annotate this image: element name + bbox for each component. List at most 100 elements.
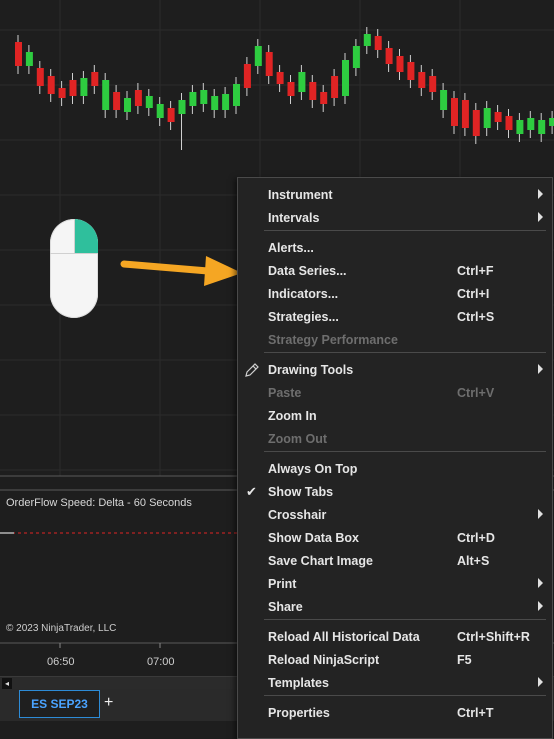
pencil-icon bbox=[245, 363, 259, 377]
candlestick-series bbox=[15, 27, 554, 150]
candle-down bbox=[494, 112, 502, 122]
menu-item-label: Print bbox=[268, 577, 297, 591]
candle-down bbox=[396, 56, 404, 72]
menu-item-crosshair[interactable]: Crosshair bbox=[238, 504, 552, 526]
menu-item-label: Properties bbox=[268, 706, 330, 720]
candle-down bbox=[243, 64, 251, 88]
menu-item-save-chart-image[interactable]: Save Chart Image Alt+S bbox=[238, 550, 552, 572]
submenu-arrow-icon bbox=[538, 578, 543, 588]
time-label: 07:00 bbox=[147, 656, 175, 668]
candle-up bbox=[178, 100, 186, 114]
candle-up bbox=[25, 52, 33, 66]
menu-item-label: Share bbox=[268, 600, 303, 614]
candle-down bbox=[331, 76, 339, 98]
candle-down bbox=[418, 72, 426, 88]
menu-item-label: Save Chart Image bbox=[268, 554, 373, 568]
add-tab-button[interactable]: + bbox=[104, 692, 113, 714]
menu-item-label: Crosshair bbox=[268, 508, 327, 522]
menu-item-shortcut: F5 bbox=[457, 653, 472, 667]
candle-up bbox=[222, 94, 230, 110]
right-mouse-button bbox=[74, 219, 98, 253]
submenu-arrow-icon bbox=[538, 189, 543, 199]
menu-separator bbox=[264, 451, 546, 452]
menu-item-drawing-tools[interactable]: Drawing Tools bbox=[238, 359, 552, 381]
menu-item-alerts[interactable]: Alerts... bbox=[238, 237, 552, 259]
menu-item-share[interactable]: Share bbox=[238, 596, 552, 618]
menu-item-reload-all-historical-data[interactable]: Reload All Historical Data Ctrl+Shift+R bbox=[238, 626, 552, 648]
menu-item-label: Alerts... bbox=[268, 241, 314, 255]
indicator-panel-title: OrderFlow Speed: Delta - 60 Seconds bbox=[6, 497, 192, 509]
candle-down bbox=[472, 110, 480, 136]
menu-item-label: Paste bbox=[268, 386, 302, 400]
candle-up bbox=[233, 84, 240, 106]
candle-up bbox=[124, 98, 131, 112]
candle-up bbox=[80, 78, 88, 96]
menu-item-label: Zoom In bbox=[268, 409, 317, 423]
menu-item-shortcut: Ctrl+Shift+R bbox=[457, 630, 530, 644]
candle-down bbox=[461, 100, 469, 128]
context-menu: Instrument Intervals Alerts... Data Series.… bbox=[237, 177, 553, 739]
candle-down bbox=[47, 76, 55, 94]
candle-up bbox=[298, 72, 306, 92]
menu-separator bbox=[264, 230, 546, 231]
candle-up bbox=[527, 118, 535, 130]
candle-down bbox=[451, 98, 458, 126]
submenu-arrow-icon bbox=[538, 509, 543, 519]
menu-item-shortcut: Ctrl+V bbox=[457, 386, 495, 400]
menu-item-strategy-performance: Strategy Performance bbox=[238, 329, 552, 351]
menu-item-always-on-top[interactable]: Always On Top bbox=[238, 458, 552, 480]
candle-up bbox=[254, 46, 262, 66]
candle-down bbox=[15, 42, 22, 66]
menu-item-label: Always On Top bbox=[268, 462, 358, 476]
candle-down bbox=[276, 72, 284, 84]
menu-item-label: Show Data Box bbox=[268, 531, 359, 545]
menu-item-label: Indicators... bbox=[268, 287, 339, 301]
checkmark-icon: ✔ bbox=[246, 484, 257, 499]
tab-es-sep23[interactable]: ES SEP23 bbox=[19, 690, 100, 718]
candle-down bbox=[58, 88, 66, 98]
menu-item-strategies[interactable]: Strategies... Ctrl+S bbox=[238, 306, 552, 328]
candle-up bbox=[156, 104, 164, 118]
menu-item-intervals[interactable]: Intervals bbox=[238, 207, 552, 229]
menu-item-shortcut: Ctrl+S bbox=[457, 310, 495, 324]
candle-up bbox=[516, 120, 524, 134]
candle-up bbox=[549, 118, 554, 126]
menu-item-label: Data Series... bbox=[268, 264, 347, 278]
menu-item-label: Reload NinjaScript bbox=[268, 653, 380, 667]
menu-item-label: Instrument bbox=[268, 188, 333, 202]
candle-down bbox=[167, 108, 175, 122]
menu-item-zoom-in[interactable]: Zoom In bbox=[238, 405, 552, 427]
menu-item-instrument[interactable]: Instrument bbox=[238, 184, 552, 206]
menu-item-show-data-box[interactable]: Show Data Box Ctrl+D bbox=[238, 527, 552, 549]
menu-item-label: Show Tabs bbox=[268, 485, 334, 499]
menu-item-templates[interactable]: Templates bbox=[238, 672, 552, 694]
scroll-left-arrow-icon[interactable]: ◂ bbox=[2, 678, 12, 689]
menu-item-shortcut: Ctrl+T bbox=[457, 706, 494, 720]
menu-item-label: Strategies... bbox=[268, 310, 339, 324]
menu-item-shortcut: Ctrl+D bbox=[457, 531, 495, 545]
candle-up bbox=[102, 80, 110, 110]
candle-up bbox=[145, 96, 153, 108]
candle-up bbox=[352, 46, 360, 68]
candle-up bbox=[538, 120, 546, 134]
menu-item-print[interactable]: Print bbox=[238, 573, 552, 595]
menu-item-paste: Paste Ctrl+V bbox=[238, 382, 552, 404]
menu-separator bbox=[264, 619, 546, 620]
menu-item-shortcut: Ctrl+F bbox=[457, 264, 494, 278]
candle-up bbox=[200, 90, 208, 104]
menu-item-label: Reload All Historical Data bbox=[268, 630, 420, 644]
candle-down bbox=[113, 92, 121, 110]
pointer-arrow-icon bbox=[120, 256, 242, 286]
menu-item-data-series[interactable]: Data Series... Ctrl+F bbox=[238, 260, 552, 282]
candle-up bbox=[189, 92, 197, 106]
submenu-arrow-icon bbox=[538, 364, 543, 374]
menu-item-show-tabs[interactable]: ✔ Show Tabs bbox=[238, 481, 552, 503]
menu-item-indicators[interactable]: Indicators... Ctrl+I bbox=[238, 283, 552, 305]
candle-down bbox=[287, 82, 295, 96]
menu-item-reload-ninjascript[interactable]: Reload NinjaScript F5 bbox=[238, 649, 552, 671]
submenu-arrow-icon bbox=[538, 677, 543, 687]
candle-down bbox=[374, 36, 382, 50]
candle-up bbox=[483, 108, 491, 128]
menu-item-label: Drawing Tools bbox=[268, 363, 354, 377]
menu-item-zoom-out: Zoom Out bbox=[238, 428, 552, 450]
